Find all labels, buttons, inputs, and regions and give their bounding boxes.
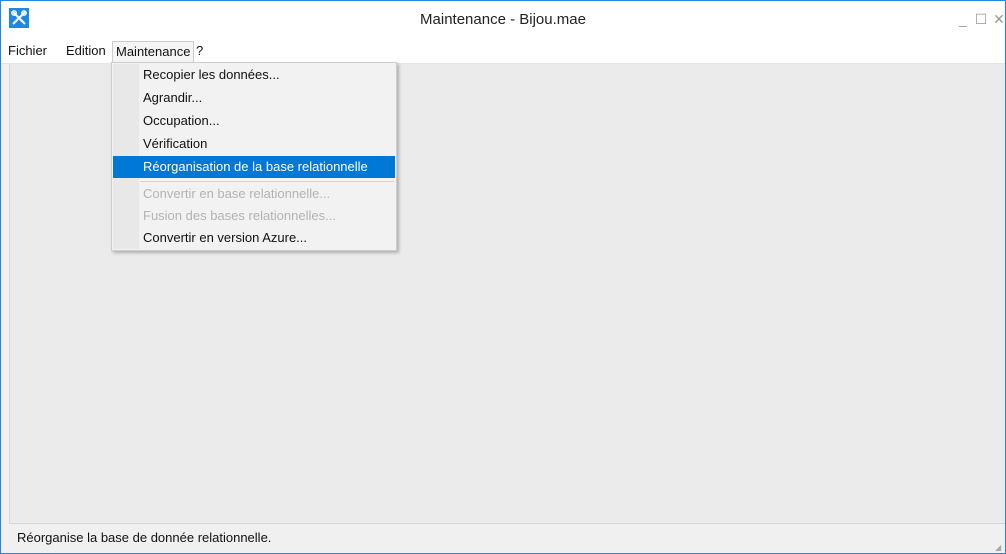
menu-item-label: Convertir en version Azure... xyxy=(143,230,308,245)
menu-separator xyxy=(140,181,394,182)
title-bar[interactable]: Maintenance - Bijou.mae _ ☐ ✕ xyxy=(1,1,1005,39)
minimize-button[interactable]: _ xyxy=(956,11,970,27)
menu-item-recopier[interactable]: Recopier les données... xyxy=(113,64,395,86)
menu-maintenance[interactable]: Maintenance xyxy=(112,41,195,62)
menu-item-convertir-relationnelle: Convertir en base relationnelle... xyxy=(113,183,395,205)
menu-item-label: Vérification xyxy=(143,136,208,151)
menu-edition[interactable]: Edition xyxy=(64,42,108,60)
maintenance-dropdown-menu: Recopier les données... Agrandir... Occu… xyxy=(111,62,397,251)
menu-item-label: Recopier les données... xyxy=(143,67,280,82)
status-bar: Réorganise la base de donnée relationnel… xyxy=(9,523,1005,553)
menu-item-convertir-azure[interactable]: Convertir en version Azure... xyxy=(113,227,395,249)
menu-fichier[interactable]: Fichier xyxy=(6,42,49,60)
menu-item-label: Réorganisation de la base relationnelle xyxy=(143,159,368,174)
menu-item-label: Convertir en base relationnelle... xyxy=(143,186,331,201)
resize-grip-icon[interactable]: ◢ xyxy=(995,544,1003,552)
main-window: Maintenance - Bijou.mae _ ☐ ✕ Fichier Ed… xyxy=(0,0,1006,554)
window-title: Maintenance - Bijou.mae xyxy=(420,11,586,28)
menu-item-occupation[interactable]: Occupation... xyxy=(113,110,395,132)
menu-bar: Fichier Edition Maintenance ? xyxy=(1,39,1005,64)
menu-help[interactable]: ? xyxy=(194,42,205,60)
menu-item-label: Fusion des bases relationnelles... xyxy=(143,208,336,223)
menu-item-verification[interactable]: Vérification xyxy=(113,133,395,155)
close-button[interactable]: ✕ xyxy=(992,11,1005,27)
menu-item-label: Agrandir... xyxy=(143,90,203,105)
status-text: Réorganise la base de donnée relationnel… xyxy=(17,530,272,545)
menu-item-fusion-bases: Fusion des bases relationnelles... xyxy=(113,205,395,227)
maximize-button[interactable]: ☐ xyxy=(974,11,988,27)
menu-item-label: Occupation... xyxy=(143,113,220,128)
menu-item-agrandir[interactable]: Agrandir... xyxy=(113,87,395,109)
menu-item-reorganisation[interactable]: Réorganisation de la base relationnelle xyxy=(113,156,395,178)
